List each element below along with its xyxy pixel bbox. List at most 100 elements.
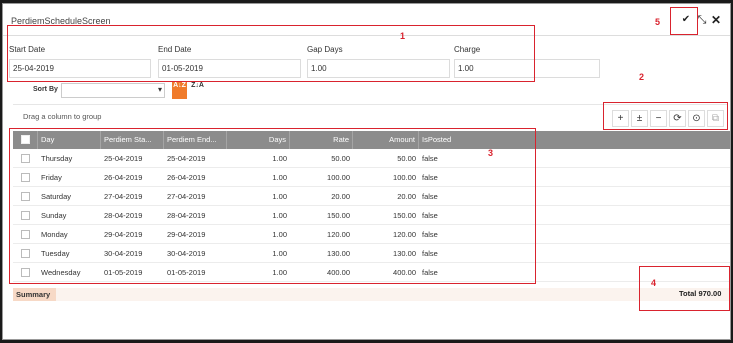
- gap-days-field[interactable]: 1.00: [307, 59, 450, 78]
- annotation-label-1: 1: [400, 31, 406, 41]
- cell-isposted: false: [422, 192, 438, 201]
- table-row[interactable]: Wednesday 01-05-2019 01-05-2019 1.00 400…: [13, 263, 730, 282]
- row-checkbox[interactable]: [21, 249, 30, 258]
- cell-perdiem-end: 30-04-2019: [167, 249, 206, 258]
- check-icon[interactable]: ✔: [676, 10, 696, 30]
- table-row[interactable]: Saturday 27-04-2019 27-04-2019 1.00 20.0…: [13, 187, 730, 206]
- cell-perdiem-start: 27-04-2019: [104, 192, 143, 201]
- end-date-label: End Date: [158, 45, 192, 54]
- column-header-isposted[interactable]: IsPosted: [419, 131, 730, 149]
- expand-icon[interactable]: ⤡: [696, 14, 708, 26]
- cell-days: 1.00: [272, 230, 287, 239]
- cell-perdiem-end: 29-04-2019: [167, 230, 206, 239]
- close-icon[interactable]: ✕: [710, 14, 722, 26]
- cell-day: Sunday: [41, 211, 67, 220]
- sort-ascending-icon[interactable]: A↓Z: [172, 82, 187, 99]
- column-header-days[interactable]: Days: [227, 131, 290, 149]
- select-all-cell[interactable]: [13, 131, 38, 149]
- summary-total: Total 970.00: [679, 289, 722, 298]
- reset-icon[interactable]: ⊙: [688, 110, 705, 127]
- column-header-perdiem-end[interactable]: Perdiem End...: [164, 131, 227, 149]
- cell-isposted: false: [422, 249, 438, 258]
- select-all-checkbox[interactable]: [21, 135, 30, 144]
- annotation-label-3: 3: [488, 148, 494, 158]
- table-row[interactable]: Sunday 28-04-2019 28-04-2019 1.00 150.00…: [13, 206, 730, 225]
- row-checkbox[interactable]: [21, 154, 30, 163]
- column-header-rate[interactable]: Rate: [290, 131, 353, 149]
- export-icon[interactable]: ⧉: [707, 110, 724, 127]
- annotation-label-4: 4: [651, 278, 657, 288]
- table-row[interactable]: Friday 26-04-2019 26-04-2019 1.00 100.00…: [13, 168, 730, 187]
- cell-days: 1.00: [272, 154, 287, 163]
- charge-label: Charge: [454, 45, 481, 54]
- cell-rate: 20.00: [331, 192, 350, 201]
- cell-amount: 100.00: [393, 173, 416, 182]
- group-panel-text: Drag a column to group: [23, 112, 102, 121]
- cell-rate: 50.00: [331, 154, 350, 163]
- row-checkbox[interactable]: [21, 230, 30, 239]
- cell-days: 1.00: [272, 249, 287, 258]
- cell-perdiem-start: 30-04-2019: [104, 249, 143, 258]
- row-checkbox[interactable]: [21, 211, 30, 220]
- cell-days: 1.00: [272, 192, 287, 201]
- cell-days: 1.00: [272, 268, 287, 277]
- column-header-perdiem-start[interactable]: Perdiem Sta...: [101, 131, 164, 149]
- chevron-down-icon: ▾: [157, 85, 162, 94]
- cell-perdiem-start: 29-04-2019: [104, 230, 143, 239]
- charge-field[interactable]: 1.00: [454, 59, 600, 78]
- table-row[interactable]: Monday 29-04-2019 29-04-2019 1.00 120.00…: [13, 225, 730, 244]
- table-row[interactable]: Tuesday 30-04-2019 30-04-2019 1.00 130.0…: [13, 244, 730, 263]
- column-header-day[interactable]: Day: [38, 131, 101, 149]
- add-icon[interactable]: +: [612, 110, 629, 127]
- window-title: PerdiemScheduleScreen: [11, 16, 111, 26]
- cell-perdiem-end: 25-04-2019: [167, 154, 206, 163]
- summary-bar: Summary: [13, 288, 730, 301]
- cell-rate: 120.00: [327, 230, 350, 239]
- cell-perdiem-start: 28-04-2019: [104, 211, 143, 220]
- cell-day: Saturday: [41, 192, 72, 201]
- row-checkbox[interactable]: [21, 173, 30, 182]
- row-checkbox[interactable]: [21, 268, 30, 277]
- cell-rate: 400.00: [327, 268, 350, 277]
- cell-amount: 400.00: [393, 268, 416, 277]
- cell-rate: 130.00: [327, 249, 350, 258]
- cell-isposted: false: [422, 268, 438, 277]
- start-date-field[interactable]: 25-04-2019: [9, 59, 151, 78]
- refresh-icon[interactable]: ⟳: [669, 110, 686, 127]
- cell-rate: 100.00: [327, 173, 350, 182]
- cell-isposted: false: [422, 230, 438, 239]
- cell-perdiem-end: 01-05-2019: [167, 268, 206, 277]
- start-date-label: Start Date: [9, 45, 46, 54]
- table-row[interactable]: Thursday 25-04-2019 25-04-2019 1.00 50.0…: [13, 149, 730, 168]
- remove-icon[interactable]: −: [650, 110, 667, 127]
- cell-isposted: false: [422, 173, 438, 182]
- grid-header: Day Perdiem Sta... Perdiem End... Days R…: [13, 131, 730, 149]
- summary-label: Summary: [13, 288, 56, 301]
- cell-amount: 130.00: [393, 249, 416, 258]
- row-checkbox[interactable]: [21, 192, 30, 201]
- end-date-field[interactable]: 01-05-2019: [158, 59, 301, 78]
- cell-day: Friday: [41, 173, 62, 182]
- cell-day: Thursday: [41, 154, 73, 163]
- cell-day: Monday: [41, 230, 68, 239]
- cell-day: Wednesday: [41, 268, 81, 277]
- add-sub-icon[interactable]: ±: [631, 110, 648, 127]
- cell-days: 1.00: [272, 173, 287, 182]
- cell-perdiem-start: 26-04-2019: [104, 173, 143, 182]
- cell-perdiem-end: 26-04-2019: [167, 173, 206, 182]
- gap-days-label: Gap Days: [307, 45, 343, 54]
- cell-isposted: false: [422, 211, 438, 220]
- sort-descending-icon[interactable]: Z↓A: [190, 82, 205, 99]
- annotation-label-5: 5: [655, 17, 661, 27]
- cell-days: 1.00: [272, 211, 287, 220]
- cell-amount: 120.00: [393, 230, 416, 239]
- cell-isposted: false: [422, 154, 438, 163]
- sort-by-label: Sort By: [33, 86, 58, 93]
- cell-perdiem-start: 01-05-2019: [104, 268, 143, 277]
- cell-rate: 150.00: [327, 211, 350, 220]
- cell-amount: 20.00: [397, 192, 416, 201]
- column-header-amount[interactable]: Amount: [353, 131, 419, 149]
- cell-amount: 50.00: [397, 154, 416, 163]
- sort-by-select[interactable]: ▾: [61, 83, 165, 98]
- annotation-label-2: 2: [639, 72, 645, 82]
